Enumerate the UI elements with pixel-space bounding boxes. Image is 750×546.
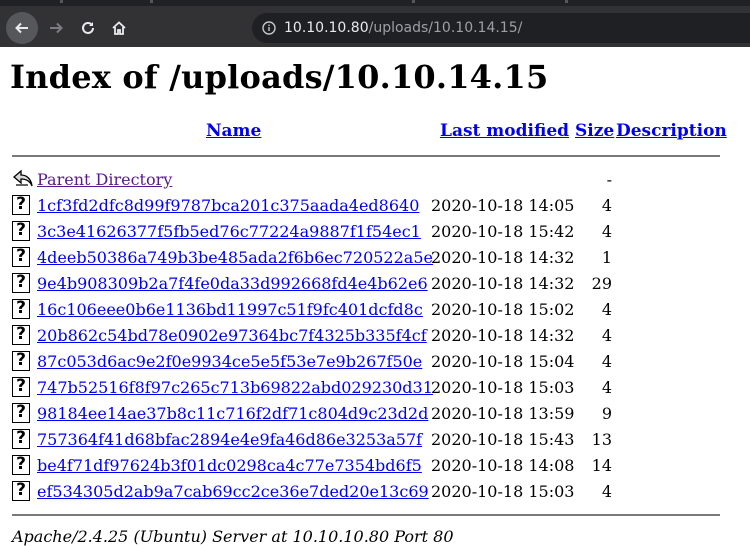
column-header-name[interactable]: Name <box>206 121 261 141</box>
file-modified: 2020-10-18 15:03 <box>431 482 575 501</box>
column-header-size[interactable]: Size <box>575 121 614 141</box>
file-link[interactable]: 98184ee14ae37b8c11c716f2df71c804d9c23d2d <box>37 404 428 423</box>
column-header-description[interactable]: Description <box>616 121 727 141</box>
back-button[interactable] <box>6 12 38 44</box>
unknown-file-icon: ? <box>12 299 32 319</box>
file-link[interactable]: ef534305d2ab9a7cab69cc2ce36e7ded20e13c69 <box>37 482 429 501</box>
file-row: ? ef534305d2ab9a7cab69cc2ce36e7ded20e13c6… <box>12 480 722 502</box>
file-modified: 2020-10-18 14:05 <box>431 196 575 215</box>
home-icon <box>112 21 126 35</box>
file-modified: 2020-10-18 15:42 <box>431 222 575 241</box>
page-title: Index of /uploads/10.10.14.15 <box>10 58 549 96</box>
unknown-file-icon: ? <box>12 325 32 345</box>
unknown-file-icon: ? <box>12 481 32 501</box>
file-modified: 2020-10-18 15:03 <box>431 378 575 397</box>
parent-directory-row: Parent Directory - <box>12 168 722 190</box>
reload-button[interactable] <box>72 12 104 44</box>
file-modified: 2020-10-18 14:32 <box>431 248 575 267</box>
file-link[interactable]: 747b52516f8f97c265c713b69822abd029230d31 <box>37 378 433 397</box>
file-modified: 2020-10-18 14:08 <box>431 456 575 475</box>
file-size: 4 <box>601 482 612 501</box>
file-size: 4 <box>601 326 612 345</box>
unknown-file-icon: ? <box>12 429 32 449</box>
unknown-file-icon: ? <box>12 273 32 293</box>
file-link[interactable]: 3c3e41626377f5fb5ed76c77224a9887f1f54ec1 <box>37 222 421 241</box>
file-link[interactable]: 16c106eee0b6e1136bd11997c51f9fc401dcfd8c <box>37 300 423 319</box>
browser-toolbar: 10.10.10.80/uploads/10.10.14.15/ <box>0 0 750 47</box>
url-path: /uploads/10.10.14.15/ <box>368 20 523 36</box>
reload-icon <box>82 21 94 34</box>
file-row: ? be4f71df97624b3f01dc0298ca4c77e7354bd6f… <box>12 454 722 476</box>
file-row: ? 757364f41d68bfac2894e4e9fa46d86e3253a57… <box>12 428 722 450</box>
home-button[interactable] <box>103 12 135 44</box>
unknown-file-icon: ? <box>12 195 32 215</box>
file-row: ? 16c106eee0b6e1136bd11997c51f9fc401dcfd8… <box>12 298 722 320</box>
parent-size: - <box>606 170 612 189</box>
file-size: 4 <box>601 352 612 371</box>
file-size: 4 <box>601 300 612 319</box>
file-modified: 2020-10-18 14:32 <box>431 326 575 345</box>
arrow-right-icon <box>50 22 63 34</box>
file-row: ? 87c053d6ac9e2f0e9934ce5e5f53e7e9b267f50… <box>12 350 722 372</box>
divider-top <box>12 155 720 157</box>
file-link[interactable]: 4deeb50386a749b3be485ada2f6b6ec720522a5e <box>37 248 433 267</box>
file-row: ? 98184ee14ae37b8c11c716f2df71c804d9c23d2… <box>12 402 722 424</box>
file-row: ? 20b862c54bd78e0902e97364bc7f4325b335f4c… <box>12 324 722 346</box>
info-icon[interactable] <box>262 21 276 35</box>
file-link[interactable]: be4f71df97624b3f01dc0298ca4c77e7354bd6f5 <box>37 456 422 475</box>
file-row: ? 4deeb50386a749b3be485ada2f6b6ec720522a5… <box>12 246 722 268</box>
file-row: ? 747b52516f8f97c265c713b69822abd029230d3… <box>12 376 722 398</box>
file-size: 29 <box>591 274 612 293</box>
arrow-left-icon <box>15 22 28 34</box>
file-link[interactable]: 87c053d6ac9e2f0e9934ce5e5f53e7e9b267f50e <box>37 352 422 371</box>
forward-button[interactable] <box>40 12 72 44</box>
back-folder-icon <box>12 169 33 189</box>
unknown-file-icon: ? <box>12 455 32 475</box>
file-row: ? 3c3e41626377f5fb5ed76c77224a9887f1f54ec… <box>12 220 722 242</box>
file-link[interactable]: 1cf3fd2dfc8d99f9787bca201c375aada4ed8640 <box>37 196 419 215</box>
address-bar[interactable]: 10.10.10.80/uploads/10.10.14.15/ <box>252 13 750 43</box>
file-size: 13 <box>591 430 612 449</box>
unknown-file-icon: ? <box>12 221 32 241</box>
file-link[interactable]: 20b862c54bd78e0902e97364bc7f4325b335f4cf <box>37 326 427 345</box>
file-modified: 2020-10-18 15:04 <box>431 352 575 371</box>
file-modified: 2020-10-18 13:59 <box>431 404 575 423</box>
file-size: 4 <box>601 378 612 397</box>
server-signature: Apache/2.4.25 (Ubuntu) Server at 10.10.1… <box>12 527 454 546</box>
file-size: 4 <box>601 222 612 241</box>
file-size: 4 <box>601 196 612 215</box>
unknown-file-icon: ? <box>12 403 32 423</box>
unknown-file-icon: ? <box>12 351 32 371</box>
file-row: ? 9e4b908309b2a7f4fe0da33d992668fd4e4b62e… <box>12 272 722 294</box>
file-row: ? 1cf3fd2dfc8d99f9787bca201c375aada4ed864… <box>12 194 722 216</box>
file-link[interactable]: 9e4b908309b2a7f4fe0da33d992668fd4e4b62e6 <box>37 274 428 293</box>
divider-bottom <box>12 514 720 516</box>
unknown-file-icon: ? <box>12 247 32 267</box>
file-size: 14 <box>591 456 612 475</box>
file-modified: 2020-10-18 14:32 <box>431 274 575 293</box>
tab-strip[interactable] <box>0 0 750 6</box>
parent-directory-link[interactable]: Parent Directory <box>37 170 172 189</box>
unknown-file-icon: ? <box>12 377 32 397</box>
file-modified: 2020-10-18 15:02 <box>431 300 575 319</box>
file-size: 9 <box>601 404 612 423</box>
file-size: 1 <box>601 248 612 267</box>
url-host: 10.10.10.80 <box>284 20 369 36</box>
file-link[interactable]: 757364f41d68bfac2894e4e9fa46d86e3253a57f <box>37 430 422 449</box>
column-header-last-modified[interactable]: Last modified <box>440 121 569 141</box>
file-modified: 2020-10-18 15:43 <box>431 430 575 449</box>
